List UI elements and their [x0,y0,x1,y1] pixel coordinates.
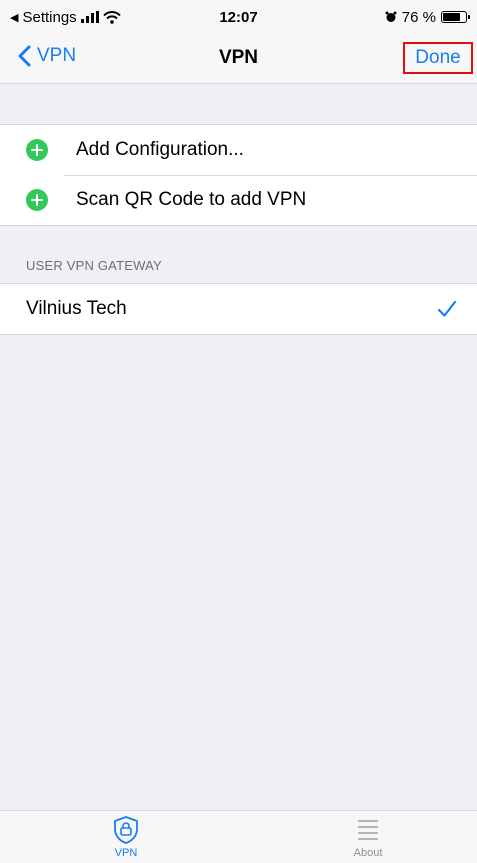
signal-icon [80,11,99,23]
battery-fill [443,13,460,21]
status-bar: ◀ Settings 12:07 76 % [0,0,477,34]
status-back-app-label: Settings [22,8,77,26]
done-button[interactable]: Done [403,42,473,74]
actions-group: Add Configuration... Scan QR Code to add… [0,124,477,226]
back-triangle-icon: ◀ [10,11,19,24]
tab-about-label: About [353,847,383,859]
scan-qr-label: Scan QR Code to add VPN [76,189,307,210]
gateway-group: Vilnius Tech [0,283,477,335]
tab-vpn[interactable]: VPN [76,815,176,859]
list-icon [358,820,378,840]
checkmark-icon [437,300,457,317]
navigation-bar: VPN VPN Done [0,34,477,84]
status-back-app[interactable]: ◀ Settings [10,9,121,26]
add-configuration-row[interactable]: Add Configuration... [0,125,477,175]
alarm-icon [385,11,397,22]
gateway-item-label: Vilnius Tech [26,298,127,319]
scan-qr-row[interactable]: Scan QR Code to add VPN [0,175,477,225]
tab-about[interactable]: About [318,815,418,859]
wifi-icon [102,10,121,24]
add-configuration-label: Add Configuration... [76,139,244,160]
shield-lock-icon [114,816,138,844]
tab-bar: VPN About [0,810,477,863]
tab-vpn-label: VPN [114,847,138,859]
battery-percent: 76 % [401,8,436,26]
gateway-item-vilnius-tech[interactable]: Vilnius Tech [0,284,477,334]
add-circle-icon [26,189,48,211]
add-circle-icon [26,139,48,161]
gateway-section-header: USER VPN GATEWAY [26,258,162,273]
battery-icon [441,11,470,23]
